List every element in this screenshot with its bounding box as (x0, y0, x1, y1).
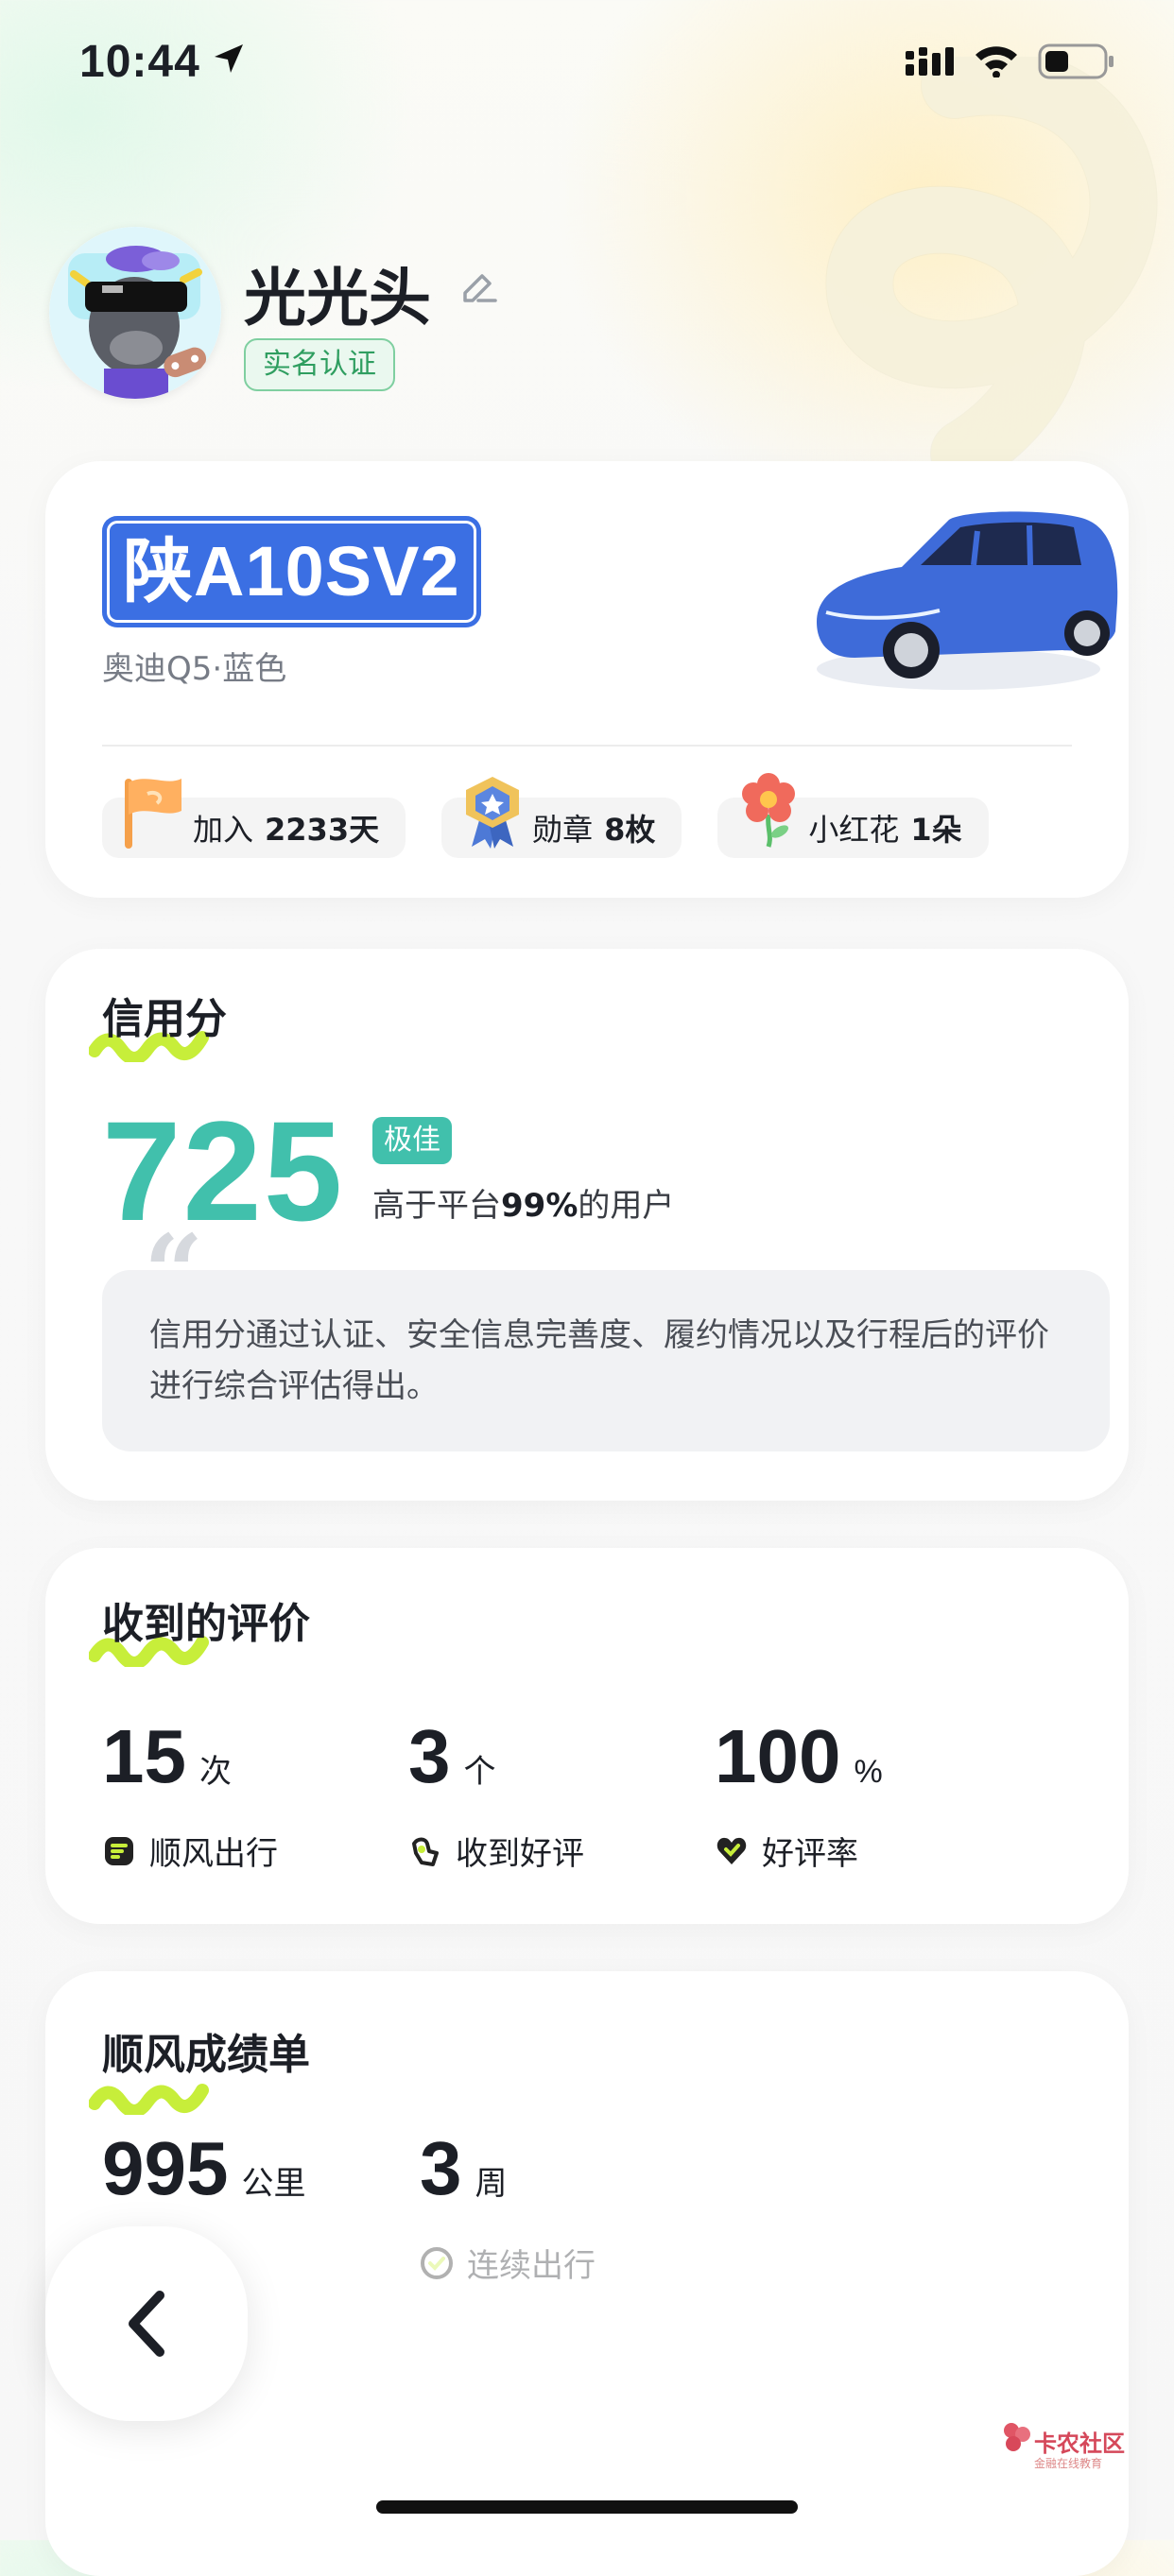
license-plate: 陕A10SV2 (102, 516, 481, 627)
medal-icon (466, 777, 520, 849)
watermark-logo-icon (1004, 2423, 1030, 2451)
stat-value: 100 (715, 1714, 841, 1798)
stat-unit: 次 (199, 1754, 232, 1790)
status-time: 10:44 (79, 37, 200, 87)
flag-icon (125, 779, 181, 849)
chip-label: 勋章 (532, 812, 594, 848)
username: 光光头 (244, 263, 431, 333)
reviews-title: 收到的评价 (102, 1601, 310, 1647)
compare-percent: 99% (501, 1187, 578, 1225)
title-highlight-decoration (89, 2084, 209, 2115)
watermark-text: 卡农社区 (1034, 2430, 1125, 2457)
chip-value: 2233天 (265, 812, 380, 848)
location-arrow-icon (215, 44, 243, 73)
chip-label: 加入 (193, 812, 254, 848)
stat-value: 3 (408, 1714, 451, 1798)
wifi-icon (975, 46, 1017, 77)
credit-level-badge: 极佳 (372, 1117, 452, 1164)
stat-unit: 公里 (241, 2166, 306, 2202)
chip-value: 1朵 (910, 812, 962, 848)
credit-score-value: 725 (102, 1091, 345, 1250)
credit-title: 信用分 (102, 996, 227, 1042)
avatar[interactable] (49, 227, 221, 399)
reviews-card[interactable]: 收到的评价 15 次 顺风出行 3个 收到好评 100% 好评率 (45, 1548, 1129, 1924)
stat-value: 3 (420, 2126, 462, 2210)
watermark-subtext: 金融在线教育 (1034, 2457, 1103, 2470)
compare-prefix: 高于平台 (372, 1187, 501, 1225)
ride-icon (105, 1836, 133, 1865)
stat-rides: 15 次 顺风出行 (102, 1714, 408, 1874)
record-title: 顺风成绩单 (102, 2032, 310, 2078)
check-circle-icon (421, 2246, 453, 2279)
heart-check-icon (716, 1837, 747, 1864)
car-description: 奥迪Q5·蓝色 (102, 650, 287, 688)
chip-join-days[interactable]: 加入 2233天 (102, 779, 406, 858)
edit-icon[interactable] (459, 268, 499, 308)
back-button[interactable] (45, 2226, 248, 2421)
achievement-chips: 加入 2233天 勋章 8枚 小红花 1朵 (102, 773, 989, 858)
thumb-icon (412, 1837, 439, 1866)
card-divider (102, 745, 1072, 747)
credit-score-card[interactable]: 信用分 725 极佳 高于平台99%的用户 信用分通过认证、安全信息完善度、履约… (45, 949, 1129, 1501)
stat-label: 收到好评 (456, 1835, 584, 1873)
stat-unit: 周 (475, 2166, 508, 2202)
credit-compare-text: 高于平台99%的用户 (372, 1179, 674, 1226)
status-bar: 10:44 (0, 0, 1174, 123)
compare-suffix: 的用户 (578, 1187, 675, 1225)
credit-description: 信用分通过认证、安全信息完善度、履约情况以及行程后的评价进行综合评估得出。 (102, 1270, 1110, 1451)
cellular-signal-icon (906, 47, 954, 76)
stat-unit: 个 (463, 1754, 496, 1790)
stat-value: 995 (102, 2126, 229, 2210)
stat-unit: % (854, 1754, 883, 1790)
reviews-stats: 15 次 顺风出行 3个 收到好评 100% 好评率 (102, 1714, 1021, 1874)
avatar-illustration (49, 227, 221, 399)
car-illustration (817, 511, 1118, 690)
stat-value: 15 (102, 1714, 186, 1798)
chip-red-flower[interactable]: 小红花 1朵 (717, 773, 989, 858)
chevron-left-icon (129, 2291, 164, 2357)
verified-badge: 实名认证 (244, 338, 395, 391)
home-indicator[interactable] (376, 2500, 798, 2514)
chip-medals[interactable]: 勋章 8枚 (441, 777, 682, 858)
chip-value: 8枚 (604, 812, 656, 848)
stat-label: 连续出行 (467, 2247, 596, 2285)
stat-label: 顺风出行 (149, 1835, 278, 1873)
flower-icon (742, 773, 796, 848)
chip-label: 小红花 (808, 812, 900, 848)
stat-consecutive-weeks: 3周 连续出行 (420, 2126, 726, 2286)
car-card[interactable]: 陕A10SV2 奥迪Q5·蓝色 加入 2233天 勋章 8枚 小红花 1朵 (45, 461, 1129, 898)
stat-label: 好评率 (762, 1835, 858, 1873)
stat-good-rate: 100% 好评率 (715, 1714, 1021, 1874)
battery-icon (1038, 43, 1114, 79)
stat-good-reviews: 3个 收到好评 (408, 1714, 715, 1874)
quote-mark: “ (144, 1211, 204, 1333)
